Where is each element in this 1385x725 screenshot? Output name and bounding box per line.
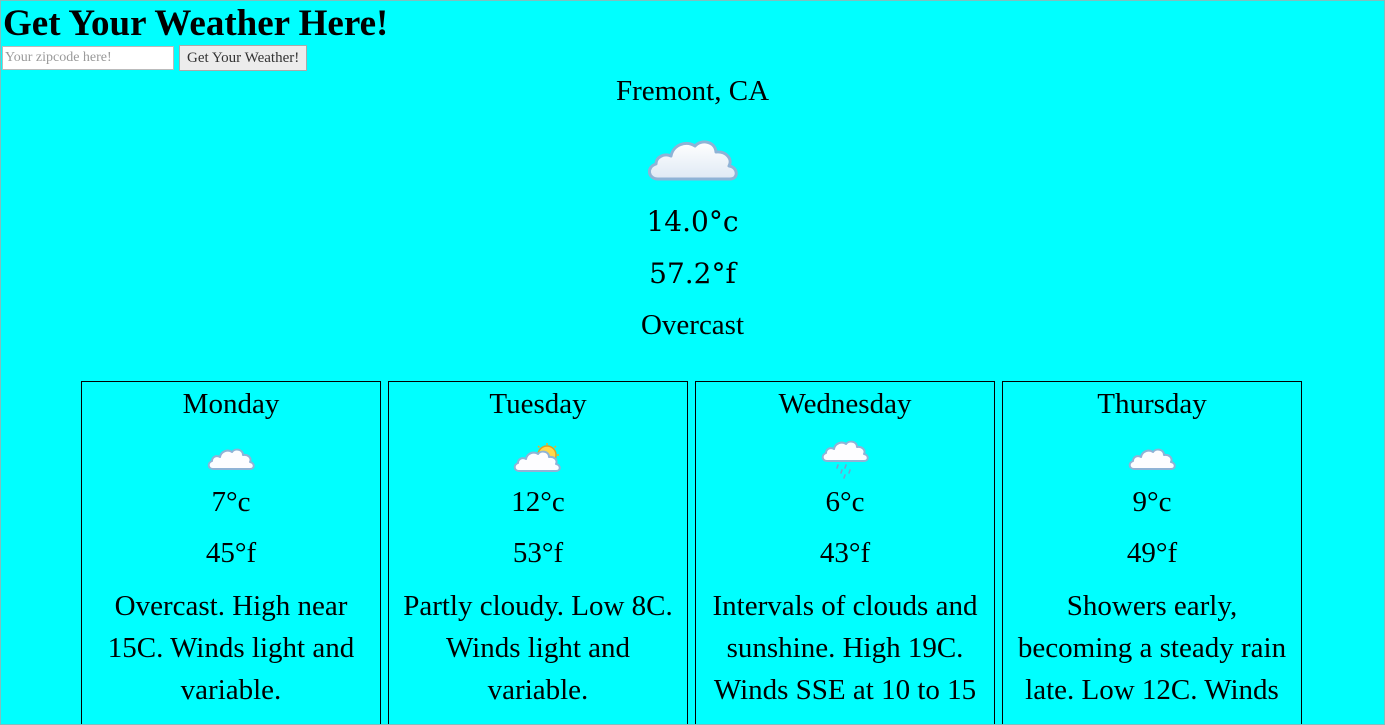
current-temp-celsius: 14.0°c [646, 205, 739, 238]
forecast-description: Intervals of clouds and sunshine. High 1… [712, 590, 978, 706]
cloudy-icon [82, 439, 380, 479]
forecast-day-name: Thursday [1097, 388, 1207, 420]
forecast-card: Tuesday 12°c 53°f Partly cloudy. Low 8C.… [388, 381, 688, 724]
zipcode-input[interactable] [2, 46, 174, 70]
current-condition: Overcast [640, 309, 745, 341]
partly-cloudy-icon [389, 439, 687, 479]
forecast-temp-celsius: 7°c [211, 486, 251, 518]
current-temp-fahrenheit: 57.2°f [649, 257, 736, 290]
rain-cloud-icon [696, 439, 994, 479]
weather-page: Get Your Weather Here! Get Your Weather!… [0, 0, 1385, 725]
forecast-temp-fahrenheit: 45°f [205, 537, 257, 569]
current-weather: Fremont, CA 14.0°c 57.2°f Overcast [1, 73, 1384, 343]
forecast-day-name: Tuesday [489, 388, 587, 420]
forecast-temp-fahrenheit: 53°f [512, 537, 564, 569]
forecast-temp-fahrenheit: 43°f [819, 537, 871, 569]
forecast-list: Monday 7°c 45°f Overcast. High near 15C.… [81, 381, 1302, 724]
zip-search-form: Get Your Weather! [2, 45, 308, 71]
cloudy-icon [1003, 439, 1301, 479]
get-weather-button[interactable]: Get Your Weather! [179, 45, 308, 71]
forecast-day-name: Wednesday [778, 388, 912, 420]
forecast-temp-fahrenheit: 49°f [1126, 537, 1178, 569]
forecast-card: Wednesday 6°c 43°f Intervals of clouds a… [695, 381, 995, 724]
forecast-description: Partly cloudy. Low 8C. Winds light and v… [403, 590, 673, 706]
cloudy-icon [1, 133, 1384, 191]
page-title: Get Your Weather Here! [3, 3, 389, 44]
forecast-description: Overcast. High near 15C. Winds light and… [107, 590, 355, 706]
forecast-description: Showers early, becoming a steady rain la… [1017, 590, 1287, 706]
forecast-card: Thursday 9°c 49°f Showers early, becomin… [1002, 381, 1302, 724]
forecast-temp-celsius: 9°c [1132, 486, 1172, 518]
forecast-day-name: Monday [182, 388, 280, 420]
forecast-temp-celsius: 6°c [825, 486, 865, 518]
forecast-temp-celsius: 12°c [511, 486, 565, 518]
forecast-card: Monday 7°c 45°f Overcast. High near 15C.… [81, 381, 381, 724]
location-name: Fremont, CA [615, 75, 770, 107]
